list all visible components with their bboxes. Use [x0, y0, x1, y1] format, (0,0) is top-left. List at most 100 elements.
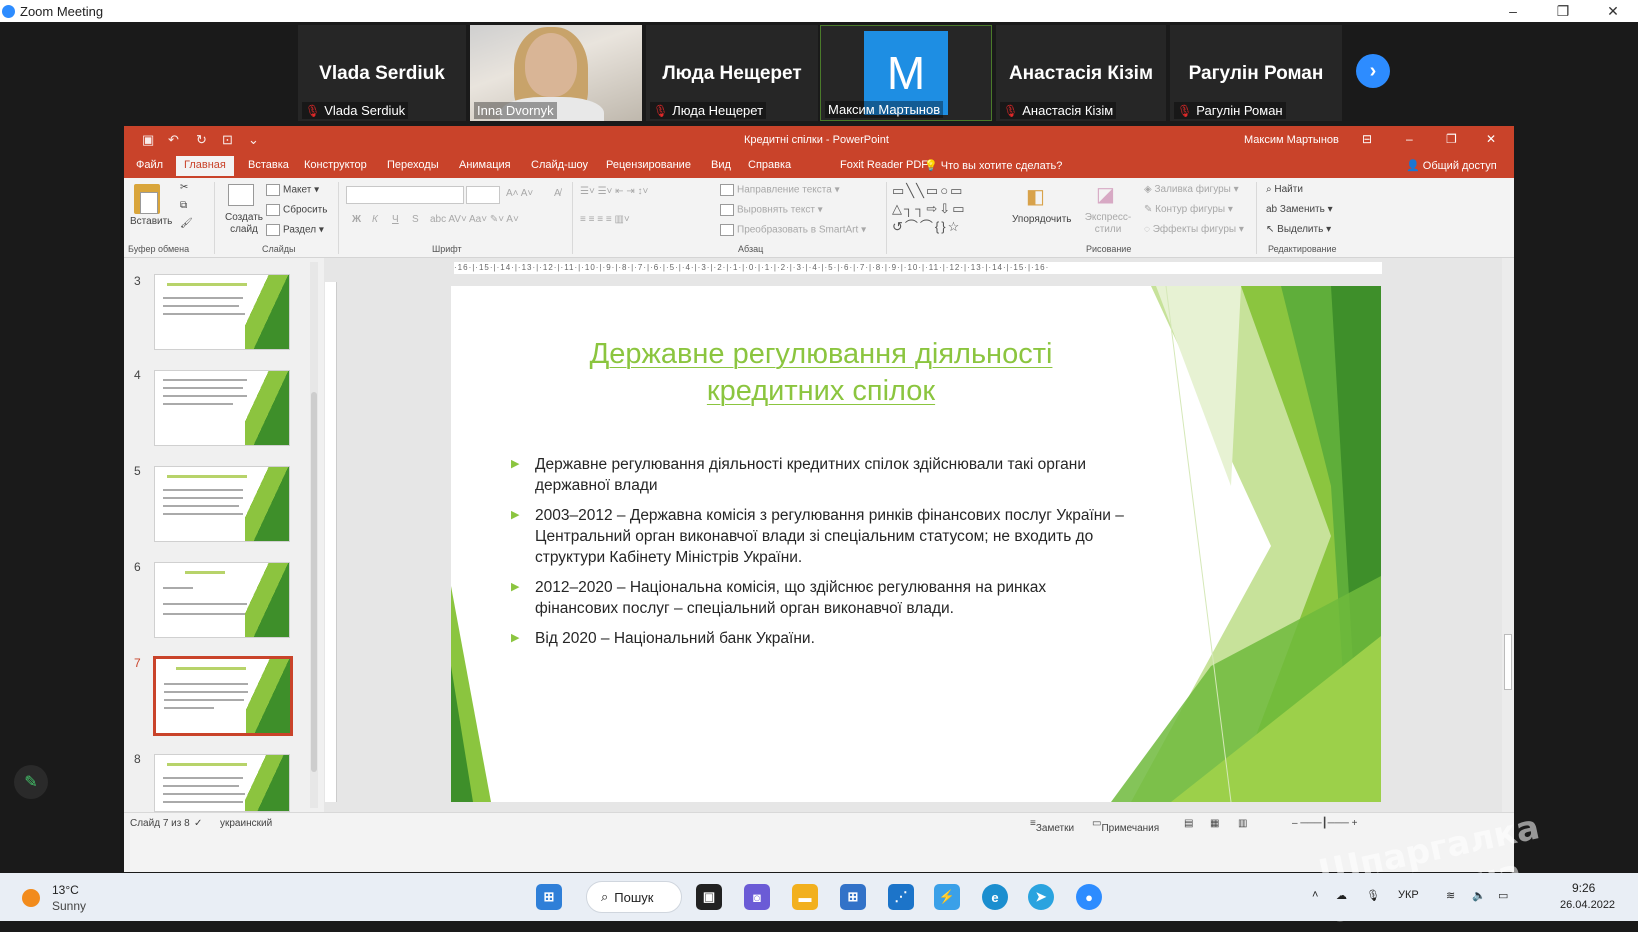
cut-icon[interactable]: ✂ [180, 182, 188, 193]
tab-view[interactable]: Вид [711, 159, 731, 171]
slide-thumbnail[interactable] [154, 466, 290, 542]
start-icon[interactable]: ⊞ [536, 884, 562, 910]
file-explorer-icon[interactable]: ▬ [792, 884, 818, 910]
arrange-icon[interactable]: ◧ [1026, 184, 1045, 209]
align-buttons-icon[interactable]: ≡ ≡ ≡ ≡ ▥˅ [580, 214, 630, 225]
save-icon[interactable]: ▣ [142, 132, 154, 148]
text-direction-button[interactable]: Направление текста ▾ [720, 184, 840, 196]
chat-icon[interactable]: ◙ [744, 884, 770, 910]
slide-thumbnail[interactable] [154, 562, 290, 638]
spellcheck-icon[interactable]: ✓ [194, 818, 202, 829]
zoom-app-icon[interactable]: ● [1076, 884, 1102, 910]
battery-icon[interactable]: ▭ [1498, 889, 1508, 902]
edge-icon[interactable]: e [982, 884, 1008, 910]
participant-tile-active-speaker[interactable]: M Максим Мартынов [820, 25, 992, 121]
clock-date[interactable]: 26.04.2022 [1560, 899, 1615, 911]
app-icon[interactable]: ⋰ [888, 884, 914, 910]
undo-icon[interactable]: ↶ [168, 132, 179, 148]
participant-tile[interactable]: Рагулін Роман 🎙 Рагулін Роман [1170, 25, 1342, 121]
slide-thumbnail[interactable] [154, 274, 290, 350]
weather-temperature[interactable]: 13°C [52, 883, 79, 897]
clock-time[interactable]: 9:26 [1572, 881, 1595, 895]
tab-transitions[interactable]: Переходы [387, 159, 439, 171]
participant-tile[interactable]: Люда Нещерет 🎙 Люда Нещерет [646, 25, 818, 121]
find-button[interactable]: ⌕ Найти [1266, 184, 1303, 195]
weather-sun-icon[interactable] [22, 889, 40, 907]
keyboard-language[interactable]: УКР [1398, 889, 1419, 901]
tab-home[interactable]: Главная [176, 156, 234, 176]
shape-effects-button[interactable]: ◌ Эффекты фигуры ▾ [1144, 224, 1244, 235]
slide-thumbnail[interactable] [154, 754, 290, 812]
clear-format-icon[interactable]: A̸ [554, 188, 561, 199]
underline-button[interactable]: Ч [392, 214, 399, 225]
shape-outline-button[interactable]: ✎ Контур фигуры ▾ [1144, 204, 1233, 215]
store-icon[interactable]: ⊞ [840, 884, 866, 910]
annotate-pencil-icon[interactable]: ✎ [14, 765, 48, 799]
shapes-gallery[interactable]: ▭╲╲▭○▭ △┐┐⇨⇩▭ ↺⌒⌒{}☆ [892, 182, 1008, 238]
zoom-slider[interactable]: – ───┃─── + [1292, 818, 1358, 829]
italic-button[interactable]: К [372, 214, 378, 225]
paste-icon[interactable] [134, 184, 160, 214]
tab-insert[interactable]: Вставка [248, 159, 289, 171]
thumbnail-scrollbar[interactable] [310, 262, 318, 808]
arrange-button[interactable]: Упорядочить [1012, 214, 1072, 225]
reset-button[interactable]: Сбросить [266, 204, 327, 216]
participant-tile[interactable]: Анастасія Кізім 🎙 Анастасія Кізім [996, 25, 1166, 121]
tell-me-search[interactable]: 💡 Что вы хотите сделать? [924, 159, 1062, 172]
share-button[interactable]: 👤 Общий доступ [1406, 159, 1497, 172]
mic-tray-icon[interactable]: 🎙 [1366, 889, 1380, 902]
tab-foxit[interactable]: Foxit Reader PDF [840, 159, 928, 171]
copy-icon[interactable]: ⧉ [180, 200, 187, 211]
volume-icon[interactable]: 🔈 [1472, 889, 1486, 902]
notes-button[interactable]: ≡ Заметки [1030, 818, 1074, 834]
ppt-user-name[interactable]: Максим Мартынов [1244, 134, 1339, 146]
main-vertical-scrollbar[interactable] [1502, 258, 1514, 812]
telegram-icon[interactable]: ➤ [1028, 884, 1054, 910]
tray-overflow-icon[interactable]: ˄ [1312, 889, 1318, 901]
new-slide-icon[interactable] [228, 184, 254, 206]
layout-button[interactable]: Макет ▾ [266, 184, 319, 196]
font-extra-icons[interactable]: abc AV˅ Aa˅ ✎˅ A˅ [430, 214, 519, 225]
shadow-button[interactable]: S [412, 214, 419, 225]
close-button[interactable]: ✕ [1590, 0, 1636, 22]
comments-button[interactable]: ▭ Примечания [1092, 818, 1159, 834]
ribbon-display-options-icon[interactable]: ⊟ [1362, 132, 1372, 146]
participant-video-tile[interactable]: Inna Dvornyk [470, 25, 642, 121]
new-slide-button[interactable]: Создать слайд [222, 212, 266, 236]
task-view-icon[interactable]: ▣ [696, 884, 722, 910]
next-participants-button[interactable]: › [1356, 54, 1390, 88]
list-buttons-icon[interactable]: ☰˅ ☰˅ ⇤ ⇥ ↕˅ [580, 186, 648, 197]
font-size-box[interactable] [466, 186, 500, 204]
ppt-restore-icon[interactable]: ❐ [1446, 132, 1457, 146]
weather-description[interactable]: Sunny [52, 899, 86, 913]
redo-icon[interactable]: ↻ [196, 132, 207, 148]
slide-thumbnail[interactable] [154, 370, 290, 446]
quick-styles-icon[interactable]: ◪ [1096, 182, 1115, 207]
tab-slideshow[interactable]: Слайд-шоу [531, 159, 588, 171]
tab-review[interactable]: Рецензирование [606, 159, 691, 171]
normal-view-icon[interactable]: ▤ [1184, 818, 1193, 829]
language-indicator[interactable]: украинский [220, 818, 272, 829]
replace-button[interactable]: ab Заменить ▾ [1266, 204, 1333, 215]
tab-help[interactable]: Справка [748, 159, 791, 171]
customize-toolbar-icon[interactable]: ⌄ [248, 132, 259, 148]
tab-file[interactable]: Файл [136, 159, 163, 171]
tab-animations[interactable]: Анимация [459, 159, 511, 171]
slide-thumbnail-selected[interactable] [153, 656, 293, 736]
font-size-up-icon[interactable]: A˄ A˅ [506, 188, 533, 199]
wifi-icon[interactable]: ≋ [1446, 889, 1455, 902]
start-slideshow-icon[interactable]: ⊡ [222, 132, 233, 148]
tab-design[interactable]: Конструктор [304, 159, 367, 171]
slide-canvas[interactable]: Державне регулювання діяльності кредитни… [451, 286, 1381, 802]
section-button[interactable]: Раздел ▾ [266, 224, 324, 236]
ppt-minimize-icon[interactable]: – [1406, 132, 1413, 146]
weather-app-icon[interactable]: ⚡ [934, 884, 960, 910]
quick-styles-button[interactable]: Экспресс-стили [1084, 212, 1132, 236]
taskbar-search[interactable]: ⌕ Пошук [586, 881, 682, 913]
reading-view-icon[interactable]: ▥ [1238, 818, 1247, 829]
onedrive-icon[interactable]: ☁ [1336, 889, 1347, 902]
participant-tile[interactable]: Vlada Serdiuk 🎙 Vlada Serdiuk [298, 25, 466, 121]
convert-smartart-button[interactable]: Преобразовать в SmartArt ▾ [720, 224, 866, 236]
bold-button[interactable]: Ж [352, 214, 361, 225]
restore-button[interactable]: ❐ [1540, 0, 1586, 22]
